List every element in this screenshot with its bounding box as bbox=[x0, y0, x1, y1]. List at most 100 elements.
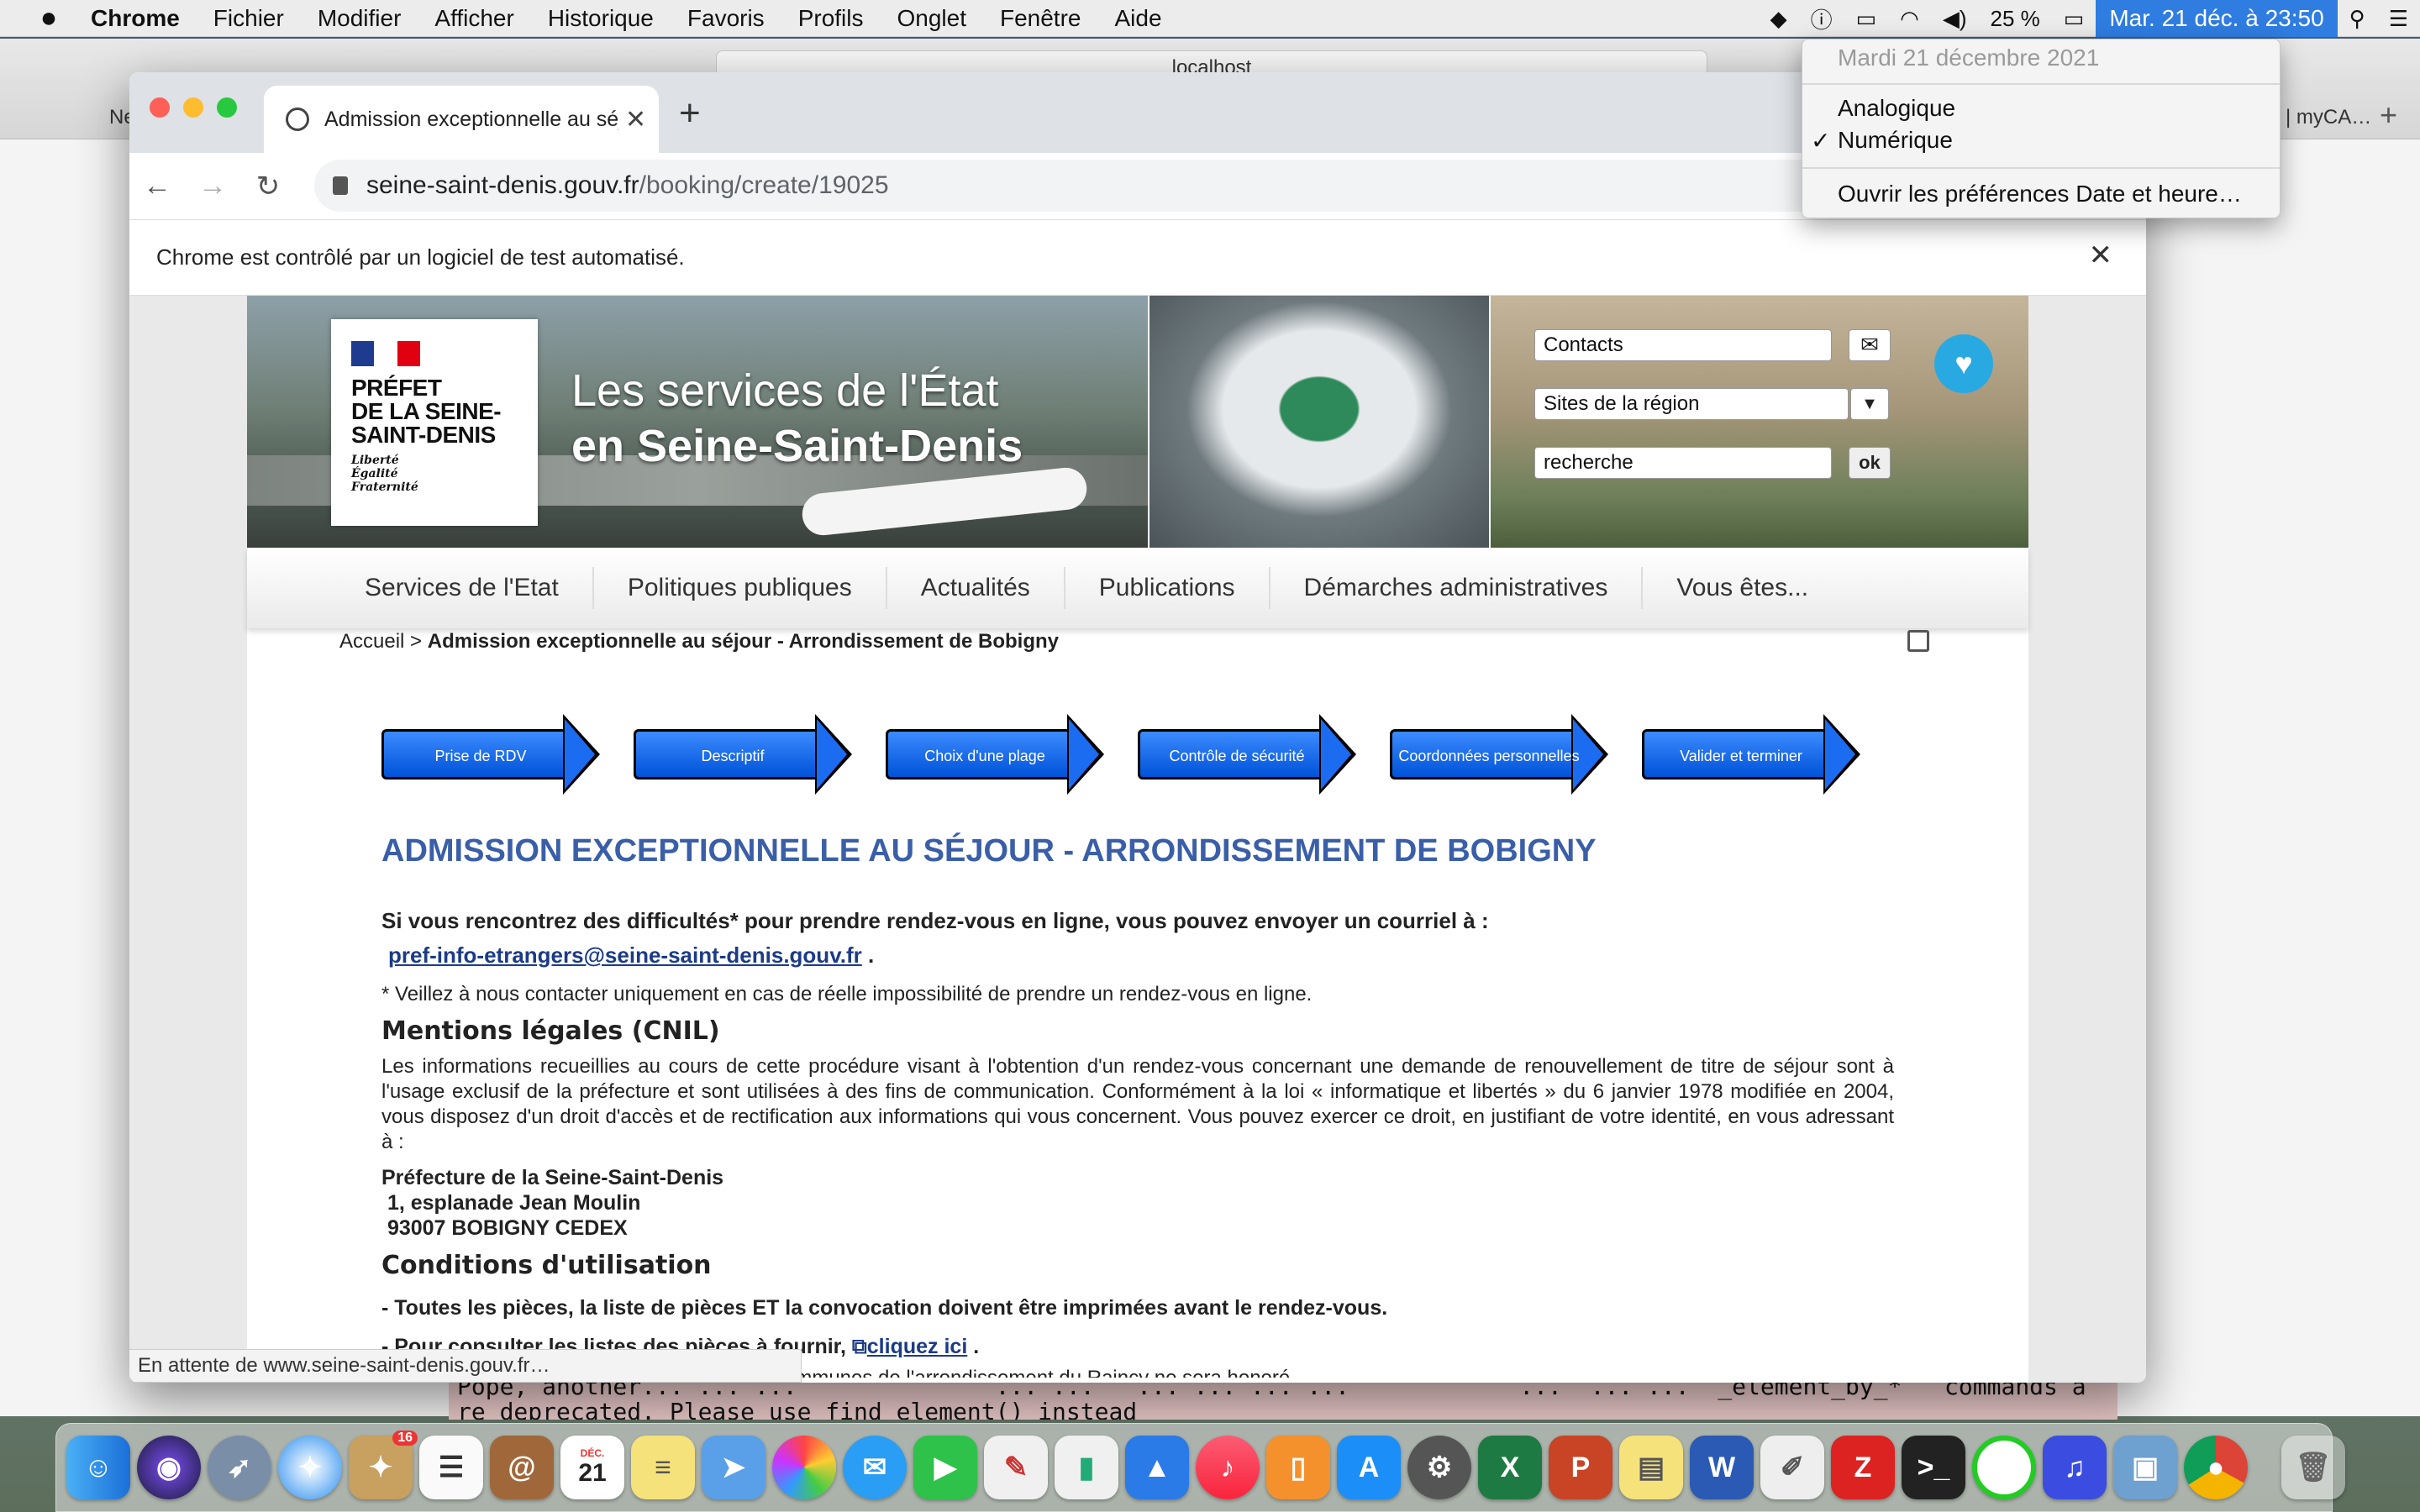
wifi-icon[interactable]: ◠ bbox=[1900, 6, 1919, 32]
photos-app-icon[interactable]: ✦ 16 bbox=[349, 1431, 418, 1499]
safari-icon[interactable]: ✧ bbox=[278, 1436, 342, 1499]
search-input[interactable]: recherche bbox=[1534, 447, 1832, 479]
system-preferences-icon[interactable]: ⚙ bbox=[1407, 1436, 1471, 1499]
active-tab[interactable]: Admission exceptionnelle au séjour ✕ bbox=[264, 86, 659, 153]
nav-publications[interactable]: Publications bbox=[1065, 567, 1270, 609]
sites-region-select[interactable]: Sites de la région bbox=[1534, 388, 1849, 420]
step-coordonnees[interactable]: Coordonnées personnelles bbox=[1390, 714, 1608, 795]
condition-2-suffix: . bbox=[967, 1335, 980, 1358]
notes-icon[interactable]: ≡ bbox=[631, 1436, 695, 1499]
numbers-icon[interactable]: ▮ bbox=[1055, 1436, 1118, 1499]
window-close-button[interactable] bbox=[150, 97, 170, 118]
chevron-down-icon[interactable]: ▼ bbox=[1850, 388, 1889, 420]
music-icon[interactable]: ♪ bbox=[1196, 1436, 1260, 1499]
background-new-tab-icon[interactable]: + bbox=[2380, 97, 2397, 133]
pieces-list-link[interactable]: cliquez ici bbox=[867, 1335, 967, 1358]
nav-politiques-publiques[interactable]: Politiques publiques bbox=[594, 567, 887, 609]
breadcrumb: Accueil > Admission exceptionnelle au sé… bbox=[339, 630, 1059, 654]
menu-onglet[interactable]: Onglet bbox=[897, 5, 966, 32]
menu-app-name[interactable]: Chrome bbox=[91, 5, 180, 32]
powerpoint-icon[interactable]: P bbox=[1549, 1436, 1612, 1499]
menu-open-date-prefs[interactable]: Ouvrir les préférences Date et heure… bbox=[1838, 181, 2242, 207]
preview-icon[interactable]: ▣ bbox=[2113, 1436, 2177, 1499]
forward-arrow-icon[interactable]: → bbox=[185, 170, 240, 202]
tab-title: Admission exceptionnelle au séjour bbox=[324, 107, 618, 131]
menu-modifier[interactable]: Modifier bbox=[318, 5, 402, 32]
infobar-close-icon[interactable]: ✕ bbox=[2089, 239, 2113, 272]
terminal-icon[interactable]: >_ bbox=[1902, 1436, 1965, 1499]
breadcrumb-home[interactable]: Accueil bbox=[339, 630, 404, 653]
terminal-line-2: re deprecated. Please use find_element()… bbox=[457, 1398, 1138, 1420]
tab-close-icon[interactable]: ✕ bbox=[625, 105, 646, 134]
menubar-clock[interactable]: Mar. 21 déc. à 23:50 bbox=[2096, 0, 2338, 37]
circle-app-icon[interactable] bbox=[1972, 1436, 2036, 1499]
nav-actualites[interactable]: Actualités bbox=[887, 567, 1065, 609]
contacts-icon[interactable]: @ bbox=[490, 1436, 554, 1499]
menu-option-analog[interactable]: Analogique bbox=[1838, 95, 1955, 122]
twitter-icon[interactable]: ♥ bbox=[1934, 334, 1993, 393]
trash-icon[interactable]: 🗑 bbox=[2281, 1436, 2345, 1499]
pages-icon[interactable]: ✎ bbox=[984, 1436, 1048, 1499]
contact-email-link[interactable]: pref-info-etrangers@seine-saint-denis.go… bbox=[388, 942, 862, 968]
photos-icon[interactable] bbox=[772, 1436, 836, 1499]
reload-icon[interactable]: ↻ bbox=[240, 170, 296, 203]
step-valider[interactable]: Valider et terminer bbox=[1642, 714, 1860, 795]
zotero-icon[interactable]: Z bbox=[1831, 1436, 1895, 1499]
menu-fenetre[interactable]: Fenêtre bbox=[1000, 5, 1081, 32]
siri-icon[interactable]: ◉ bbox=[137, 1436, 201, 1499]
mail-icon[interactable]: ✉ bbox=[1849, 329, 1891, 361]
excel-icon[interactable]: X bbox=[1478, 1436, 1542, 1499]
window-zoom-button[interactable] bbox=[217, 97, 237, 118]
dropbox-icon[interactable]: ◆ bbox=[1770, 6, 1787, 32]
books-icon[interactable]: ▯ bbox=[1266, 1436, 1330, 1499]
menu-aide[interactable]: Aide bbox=[1114, 5, 1161, 32]
nav-demarches[interactable]: Démarches administratives bbox=[1270, 567, 1644, 609]
word-icon[interactable]: W bbox=[1690, 1436, 1754, 1499]
facetime-icon[interactable]: ▶ bbox=[913, 1436, 977, 1499]
reminders-icon[interactable]: ☰ bbox=[419, 1436, 483, 1499]
apple-icon[interactable]: ● bbox=[32, 2, 66, 34]
battery-percent[interactable]: 25 % bbox=[1991, 6, 2040, 32]
menu-option-digital[interactable]: Numérique bbox=[1838, 127, 1953, 154]
calendar-icon[interactable]: DÉC. 21 bbox=[560, 1436, 624, 1499]
step-choix-plage[interactable]: Choix d'une plage bbox=[886, 714, 1104, 795]
step-controle-securite[interactable]: Contrôle de sécurité bbox=[1138, 714, 1356, 795]
volume-icon[interactable]: ◀) bbox=[1943, 6, 1967, 32]
nav-services-etat[interactable]: Services de l'Etat bbox=[365, 567, 594, 609]
printer-icon[interactable] bbox=[1907, 630, 1929, 652]
chrome-window: Admission exceptionnelle au séjour ✕ + ←… bbox=[129, 72, 2146, 1383]
airplay-icon[interactable]: ▭ bbox=[1856, 6, 1877, 32]
search-ok-button[interactable]: ok bbox=[1849, 447, 1891, 479]
keynote-icon[interactable]: ▲ bbox=[1125, 1436, 1189, 1499]
nav-vous-etes[interactable]: Vous êtes... bbox=[1643, 567, 1842, 609]
info-icon[interactable]: ⓘ bbox=[1811, 3, 1833, 34]
step-descriptif[interactable]: Descriptif bbox=[634, 714, 852, 795]
spotlight-icon[interactable]: ⚲ bbox=[2349, 6, 2365, 32]
back-arrow-icon[interactable]: ← bbox=[129, 170, 185, 202]
heading-cnil: Mentions légales (CNIL) bbox=[381, 1016, 720, 1046]
menu-historique[interactable]: Historique bbox=[548, 5, 654, 32]
control-center-icon[interactable]: ☰ bbox=[2389, 6, 2408, 32]
background-tab-right[interactable]: | myCA… bbox=[2286, 106, 2371, 129]
menu-favoris[interactable]: Favoris bbox=[687, 5, 765, 32]
contacts-field[interactable]: Contacts bbox=[1534, 329, 1832, 361]
calendar-day: 21 bbox=[578, 1459, 607, 1487]
battery-icon[interactable]: ▭ bbox=[2064, 6, 2085, 32]
window-minimize-button[interactable] bbox=[183, 97, 203, 118]
finder-icon[interactable]: ☺ bbox=[66, 1436, 130, 1499]
audacity-icon[interactable]: ♫ bbox=[2043, 1436, 2107, 1499]
launchpad-icon[interactable]: ➶ bbox=[208, 1436, 271, 1499]
app-store-icon[interactable]: A bbox=[1337, 1436, 1401, 1499]
messages-icon[interactable]: ✉ bbox=[843, 1436, 907, 1499]
lock-icon[interactable] bbox=[333, 176, 348, 195]
menu-fichier[interactable]: Fichier bbox=[213, 5, 284, 32]
chrome-icon[interactable]: ● bbox=[2184, 1436, 2248, 1499]
stickies-icon[interactable]: ▤ bbox=[1619, 1436, 1683, 1499]
menu-profils[interactable]: Profils bbox=[798, 5, 864, 32]
textedit-icon[interactable]: ✐ bbox=[1760, 1436, 1824, 1499]
step-prise-rdv[interactable]: Prise de RDV bbox=[381, 714, 600, 795]
new-tab-button[interactable]: + bbox=[679, 92, 701, 134]
menu-afficher[interactable]: Afficher bbox=[434, 5, 513, 32]
prefet-logo[interactable]: PRÉFET DE LA SEINE- SAINT-DENIS Liberté … bbox=[331, 319, 538, 526]
maps-icon[interactable]: ➤ bbox=[702, 1436, 765, 1499]
